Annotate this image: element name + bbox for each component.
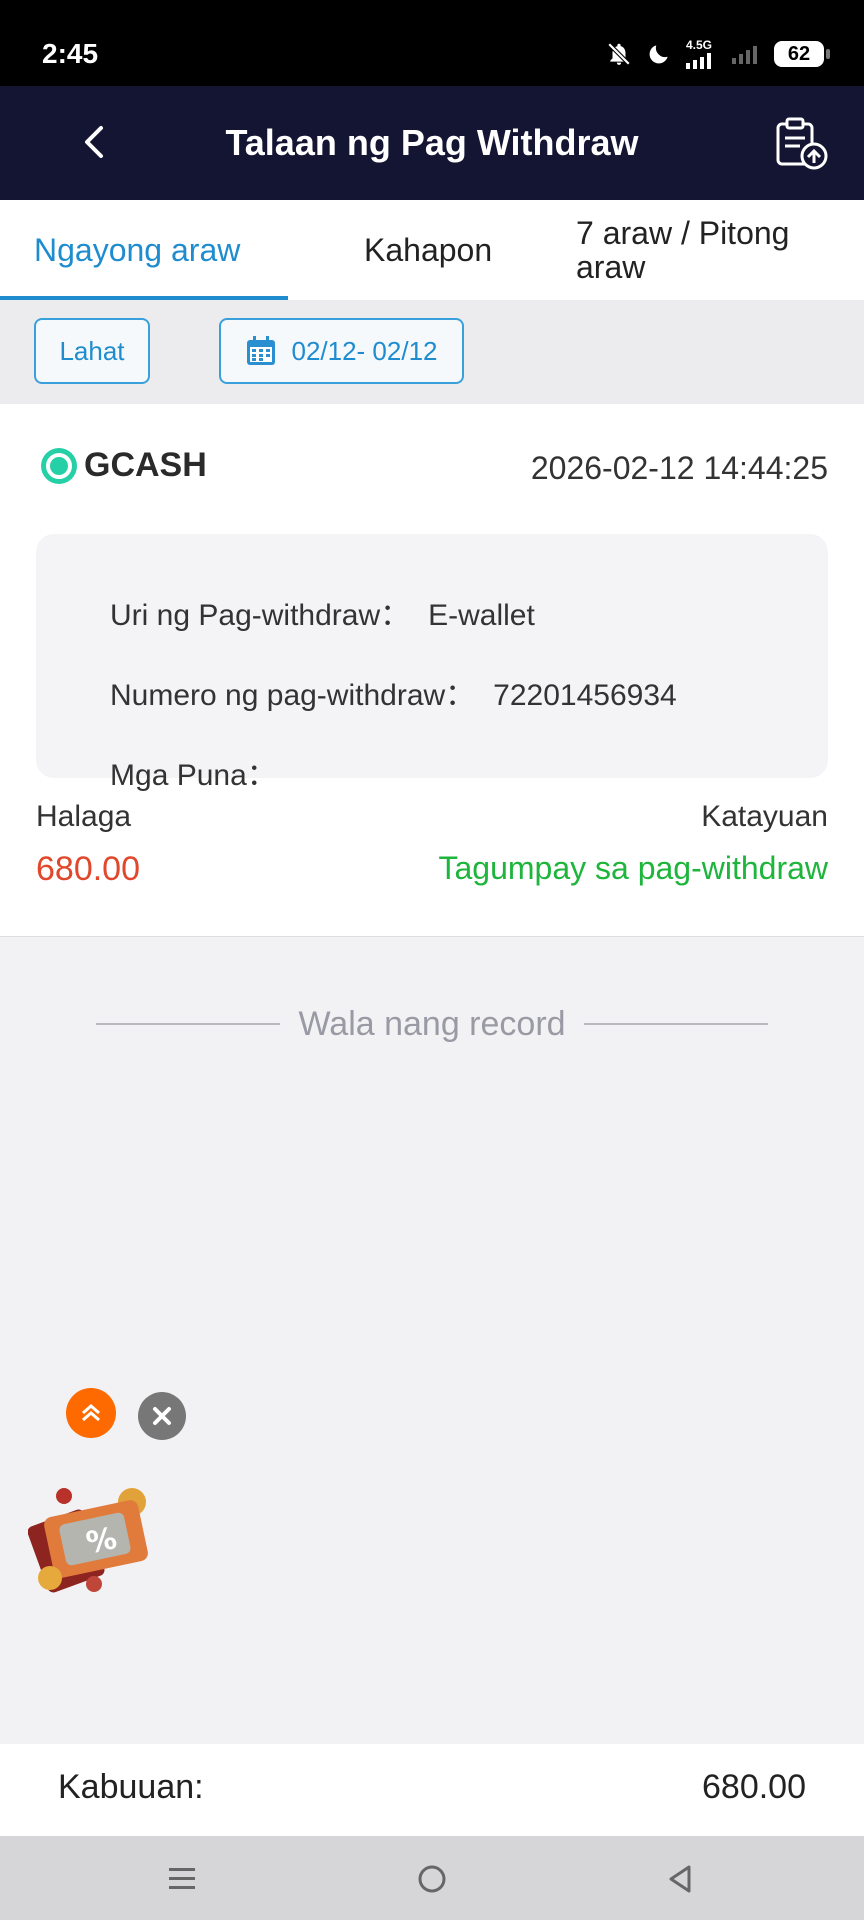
withdraw-type-value: E-wallet [428,599,535,632]
date-range-picker[interactable]: 02/12- 02/12 [219,318,464,384]
moon-icon [649,45,668,64]
total-label: Kabuuan: [58,1768,204,1806]
back-button[interactable] [62,110,126,174]
record-datetime: 2026-02-12 14:44:25 [530,450,828,486]
no-more-records-text: Wala nang record [298,1004,566,1043]
close-icon [153,1407,171,1425]
page-title: Talaan ng Pag Withdraw [225,122,639,163]
filter-all-label: Lahat [59,335,125,366]
signal-icon [686,53,711,69]
divider-right [583,1023,769,1025]
tab-seven-days[interactable]: 7 araw / Pitong araw [576,200,846,300]
expand-promo-button[interactable] [66,1388,116,1438]
date-range-text: 02/12- 02/12 [291,335,438,366]
gcash-logo-icon [41,447,77,484]
menu-icon [169,1868,195,1889]
tab-yesterday[interactable]: Kahapon [364,200,492,300]
status-icons: 4.5G 62 [606,36,830,72]
total-value: 680.00 [702,1768,806,1806]
close-promo-button[interactable] [138,1392,186,1440]
network-type: 4.5G [686,38,713,52]
nav-back-button[interactable] [652,1854,708,1904]
filter-all-button[interactable]: Lahat [34,318,150,384]
promo-coupon-widget[interactable]: % [27,1468,158,1598]
notifications-off-icon [607,42,631,66]
network-indicator: 4.5G [686,39,718,69]
battery-icon: 62 [774,41,830,67]
chevron-left-icon [85,126,103,158]
withdraw-type-label: Uri ng Pag-withdraw： [110,599,411,632]
calendar-icon [247,336,276,365]
tab-today[interactable]: Ngayong araw [34,200,240,300]
discount-coupon-icon: % [27,1488,148,1593]
no-more-records: Wala nang record [96,996,769,1052]
upload-record-button[interactable] [772,114,832,174]
brand-name: GCASH [84,446,207,484]
record-details: Uri ng Pag-withdraw： E-wallet Numero ng p… [36,534,828,792]
home-circle-icon [418,1865,446,1893]
total-bar: Kabuuan: 680.00 [0,1744,864,1836]
status-bar: 2:45 4.5G 62 [0,0,864,86]
withdraw-number-label: Numero ng pag-withdraw： [110,679,476,712]
nav-recents-button[interactable] [154,1854,210,1904]
amount-value: 680.00 [36,850,140,888]
payment-brand: GCASH [40,446,207,485]
system-nav-bar [0,1836,864,1920]
filter-row: Lahat 02/12- 02/12 [0,300,864,404]
status-time: 2:45 [42,38,99,69]
date-tabs: Ngayong araw Kahapon 7 araw / Pitong ara… [0,200,864,301]
status-value: Tagumpay sa pag-withdraw [438,850,828,886]
app-header: Talaan ng Pag Withdraw [0,86,864,200]
signal-weak-icon [732,46,757,64]
withdraw-number-value: 72201456934 [493,679,677,712]
back-triangle-icon [669,1865,691,1893]
amount-label: Halaga [36,800,132,833]
remarks-label: Mga Puna： [110,759,277,792]
double-chevron-up-icon [82,1404,100,1422]
withdraw-record-card[interactable]: GCASH 2026-02-12 14:44:25 Uri ng Pag-wit… [0,404,864,937]
status-label: Katayuan [701,800,828,833]
nav-home-button[interactable] [404,1854,460,1904]
divider-left [96,1023,281,1025]
clipboard-upload-icon [776,117,828,170]
